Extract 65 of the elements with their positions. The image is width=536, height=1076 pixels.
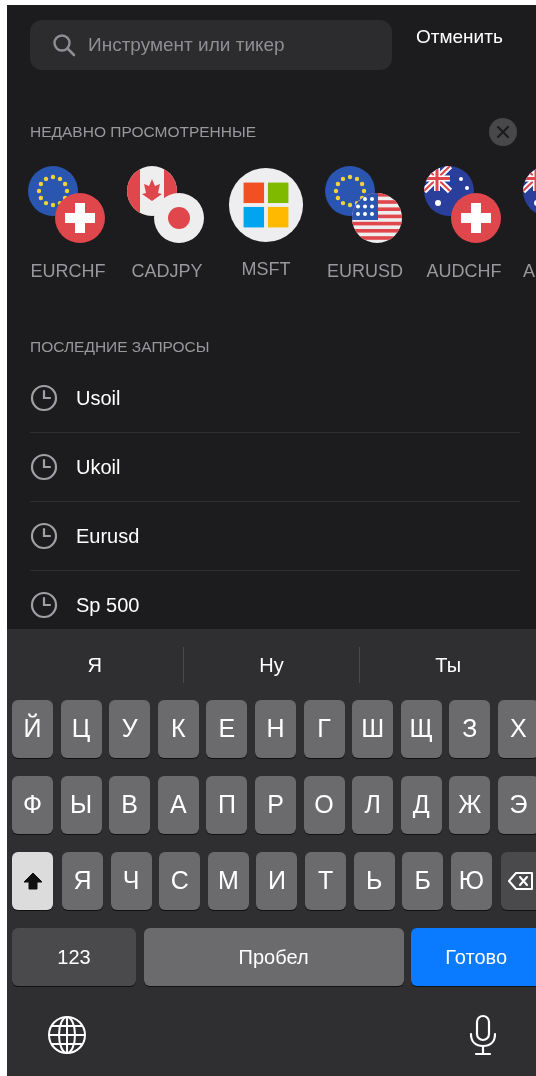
search-input[interactable]: Инструмент или тикер [88, 30, 388, 60]
key[interactable]: Е [206, 700, 248, 758]
recent-query[interactable]: Ukoil [76, 455, 121, 480]
clock-icon [30, 453, 58, 482]
key[interactable]: И [256, 852, 298, 910]
key[interactable]: Щ [400, 700, 442, 758]
suggestion[interactable]: Ты [360, 649, 536, 680]
key[interactable]: Т [305, 852, 347, 910]
key[interactable]: Х [497, 700, 536, 758]
key[interactable]: Ы [60, 776, 102, 834]
key[interactable]: Н [254, 700, 296, 758]
shift-icon [22, 872, 43, 890]
section-header: НЕДАВНО ПРОСМОТРЕННЫЕ [30, 122, 257, 143]
key[interactable]: Я [62, 852, 104, 910]
key[interactable]: Ю [450, 852, 492, 910]
instrument-item[interactable]: EURCHF [28, 166, 108, 285]
recent-query[interactable]: Usoil [76, 386, 121, 411]
key[interactable]: Б [402, 852, 444, 910]
section-header: ПОСЛЕДНИЕ ЗАПРОСЫ [30, 337, 210, 357]
clock-icon [30, 522, 58, 551]
done-key[interactable]: Готово [411, 928, 536, 986]
recent-query[interactable]: Sp 500 [76, 593, 140, 618]
globe-icon[interactable] [47, 1015, 87, 1055]
key[interactable]: Ч [110, 852, 152, 910]
instrument-item[interactable]: AUDCHF [424, 166, 504, 285]
instrument-item[interactable]: MSFT [226, 166, 306, 285]
search-icon [52, 33, 76, 57]
key[interactable]: Ш [352, 700, 394, 758]
clock-icon [30, 384, 58, 413]
key[interactable]: Ь [353, 852, 395, 910]
key[interactable]: Ж [449, 776, 491, 834]
key[interactable]: М [207, 852, 249, 910]
search-field[interactable]: Инструмент или тикер [30, 20, 392, 70]
key[interactable]: С [159, 852, 201, 910]
key[interactable]: Й [12, 700, 53, 758]
instrument-item[interactable]: A [523, 166, 536, 285]
key[interactable]: Ф [12, 776, 53, 834]
suggestion[interactable]: Я [7, 649, 183, 680]
key[interactable]: Г [303, 700, 345, 758]
key[interactable]: Ц [60, 700, 102, 758]
instrument-item[interactable]: EURUSD [325, 166, 405, 285]
key[interactable]: Р [254, 776, 296, 834]
clock-icon [30, 591, 58, 620]
microphone-icon[interactable] [468, 1014, 498, 1056]
key[interactable]: П [206, 776, 248, 834]
backspace-icon [508, 872, 535, 890]
key[interactable]: А [157, 776, 199, 834]
instrument-item[interactable]: CADJPY [127, 166, 207, 285]
backspace-key[interactable] [500, 852, 536, 910]
key[interactable]: У [109, 700, 151, 758]
cancel-button[interactable]: Отменить [416, 23, 503, 52]
recent-query[interactable]: Eurusd [76, 524, 140, 549]
key[interactable]: К [157, 700, 199, 758]
space-key[interactable]: Пробел [143, 928, 404, 986]
shift-key[interactable] [12, 852, 53, 910]
key[interactable]: В [109, 776, 151, 834]
key[interactable]: З [449, 700, 491, 758]
key[interactable]: Д [400, 776, 442, 834]
logo-icon [227, 166, 305, 244]
key[interactable]: О [303, 776, 345, 834]
key[interactable]: Э [497, 776, 536, 834]
key[interactable]: Л [352, 776, 394, 834]
suggestion[interactable]: Ну [183, 649, 360, 680]
close-icon [497, 126, 509, 138]
numbers-key[interactable]: 123 [12, 928, 136, 986]
